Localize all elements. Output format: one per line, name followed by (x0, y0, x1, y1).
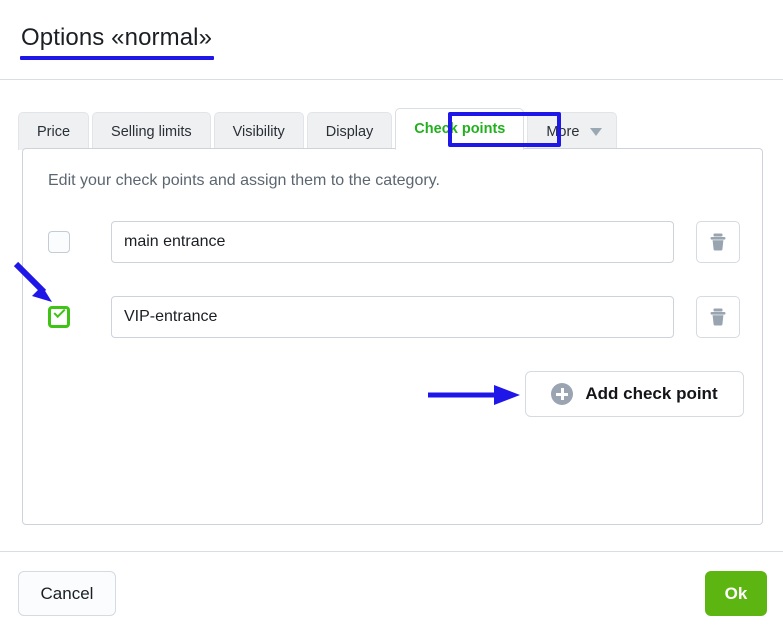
tab-price-label: Price (37, 123, 71, 140)
check-point-name-input-1[interactable] (111, 296, 675, 338)
delete-check-point-button-1[interactable] (696, 296, 740, 338)
tab-display-label: Display (325, 123, 374, 140)
tab-selling-limits-label: Selling limits (111, 123, 192, 140)
tab-more-label: More (546, 123, 580, 140)
title-underline-annotation (20, 56, 214, 60)
check-point-checkbox-1[interactable] (48, 305, 70, 328)
tab-check-points-label: Check points (414, 121, 506, 137)
dialog-header: Options «normal» (0, 0, 783, 80)
check-icon (53, 305, 66, 319)
tab-visibility[interactable]: Visibility (213, 112, 304, 150)
add-check-point-button[interactable]: Add check point (525, 371, 744, 417)
cancel-button[interactable]: Cancel (18, 571, 116, 616)
check-point-row (48, 221, 740, 263)
trash-icon (710, 308, 726, 326)
add-check-point-label: Add check point (585, 384, 718, 403)
delete-check-point-button-0[interactable] (696, 221, 740, 263)
plus-circle-icon (551, 383, 574, 405)
tab-visibility-label: Visibility (232, 123, 285, 140)
trash-icon (710, 233, 726, 251)
tab-display[interactable]: Display (306, 112, 393, 150)
check-point-checkbox-0[interactable] (48, 231, 70, 253)
tab-more[interactable]: More (527, 112, 618, 150)
footer-divider (0, 551, 783, 552)
tab-selling-limits[interactable]: Selling limits (92, 112, 211, 150)
check-point-name-input-0[interactable] (111, 221, 675, 263)
options-dialog: Options «normal» Price Selling limits Vi… (0, 0, 783, 632)
page-title: Options «normal» (21, 24, 213, 51)
tab-bar: Price Selling limits Visibility Display … (18, 108, 618, 150)
tab-check-points[interactable]: Check points (395, 108, 525, 150)
ok-button[interactable]: Ok (705, 571, 767, 616)
chevron-down-icon (590, 127, 603, 136)
check-points-panel: Edit your check points and assign them t… (22, 148, 763, 525)
check-point-row (48, 296, 740, 338)
panel-description: Edit your check points and assign them t… (48, 172, 440, 189)
tab-price[interactable]: Price (18, 112, 90, 150)
